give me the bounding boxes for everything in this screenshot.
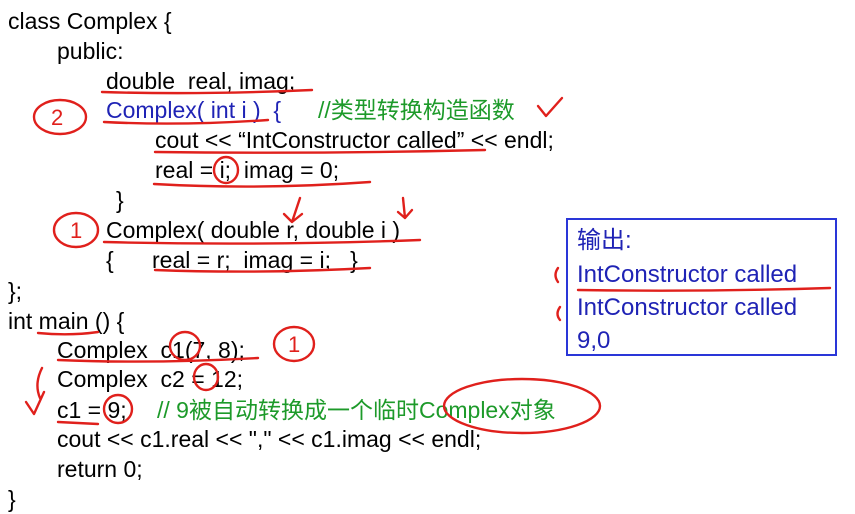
code-line-c2-decl: Complex c2 = 12; [57, 366, 244, 392]
output-line-1: IntConstructor called [577, 261, 798, 288]
code-comment-conversion: //类型转换构造函数 [318, 97, 515, 123]
code-line-double-body: { real = r; imag = i; } [106, 247, 358, 273]
code-line-c1-assign: c1 = 9; [57, 397, 127, 423]
code-line-return: return 0; [57, 456, 143, 482]
code-line-main-end: } [8, 486, 16, 512]
output-line-3: 9,0 [577, 327, 611, 354]
code-line-cout-result: cout << c1.real << "," << c1.imag << end… [57, 426, 482, 452]
code-line-double-constructor: Complex( double r, double i ) [106, 217, 401, 243]
code-line-assign-int: real = i; imag = 0; [155, 157, 340, 183]
code-line-close-brace: } [116, 187, 124, 213]
output-line-2: IntConstructor called [577, 294, 798, 321]
code-line-class-decl: class Complex { [8, 8, 172, 34]
output-panel: 输出: IntConstructor called IntConstructor… [566, 218, 837, 356]
code-line-public: public: [57, 38, 124, 64]
code-comment-temporary: // 9被自动转换成一个临时Complex对象 [157, 397, 556, 423]
code-line-cout-int: cout << “IntConstructor called” << endl; [155, 127, 554, 153]
code-line-members: double real, imag; [106, 68, 296, 94]
output-title: 输出: [577, 227, 632, 254]
code-line-int-constructor: Complex( int i ) { [106, 97, 282, 123]
code-line-main: int main () { [8, 308, 125, 334]
code-line-class-end: }; [8, 278, 23, 304]
code-line-c1-decl: Complex c1(7, 8); [57, 337, 245, 363]
